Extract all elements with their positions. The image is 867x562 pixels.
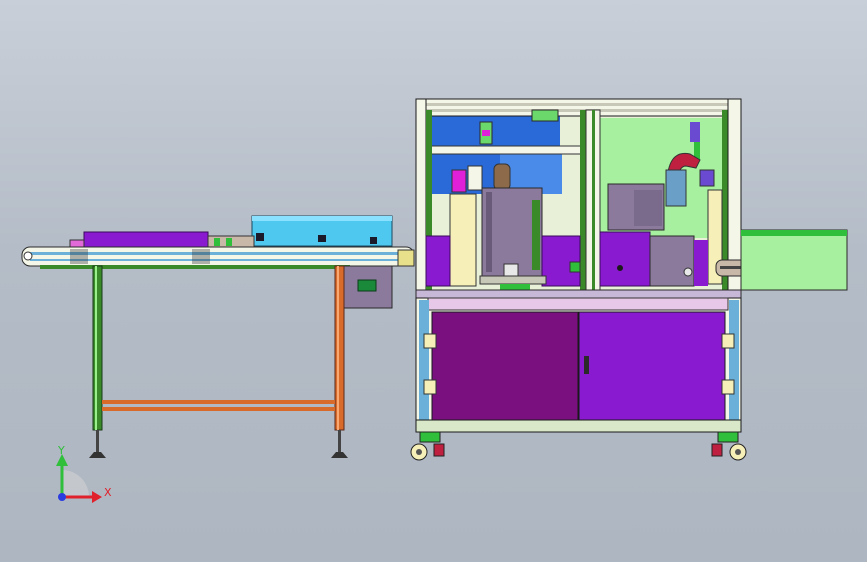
caster-left	[410, 431, 445, 461]
belt-conveyor	[21, 215, 415, 458]
product-block	[83, 231, 209, 250]
caster-right	[711, 431, 747, 461]
cad-viewport[interactable]: Y X	[0, 0, 867, 562]
coordinate-triad: Y X	[56, 444, 112, 503]
work-table	[415, 289, 742, 299]
side-panel-right	[740, 229, 848, 291]
main-machine	[410, 98, 848, 461]
x-axis-label: X	[104, 486, 112, 499]
cabinet-door-left[interactable]	[431, 311, 579, 421]
z-axis-dot	[58, 493, 66, 501]
conveyor-leg-left	[92, 265, 103, 431]
assembly-drawing: Y X	[21, 98, 848, 503]
cabinet-door-right[interactable]	[578, 311, 726, 421]
y-axis-label: Y	[57, 444, 65, 457]
conveyor-leg-right	[334, 265, 345, 431]
